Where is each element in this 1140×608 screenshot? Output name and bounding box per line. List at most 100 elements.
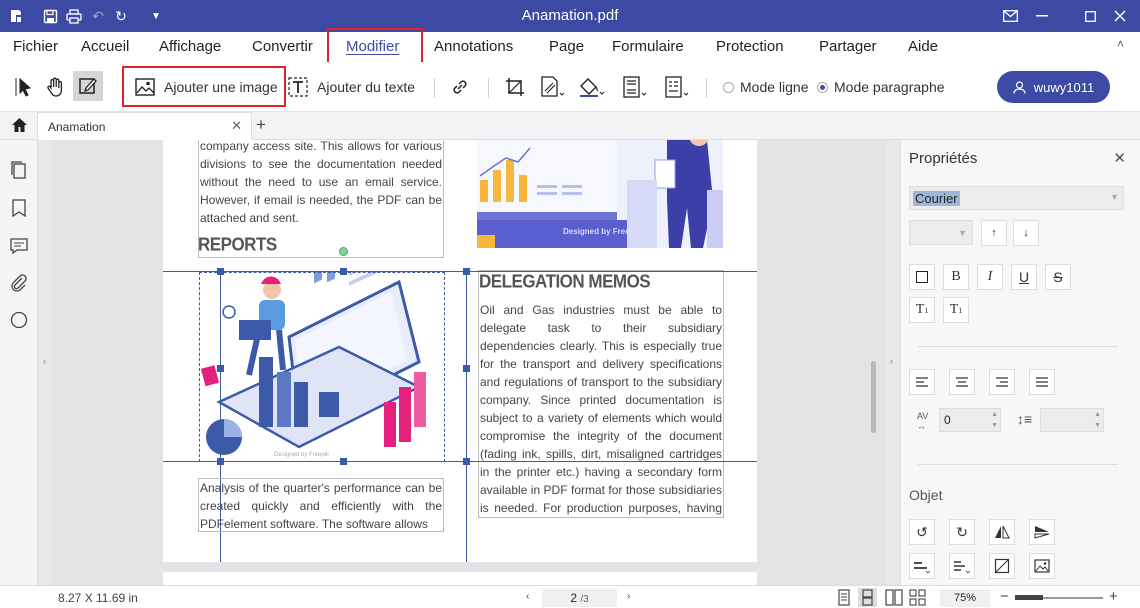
line-spacing-input[interactable]: ▲ ▼	[1040, 408, 1104, 432]
page-size-label: 8.27 X 11.69 in	[58, 591, 138, 605]
two-page-view-icon[interactable]	[885, 589, 903, 606]
header-footer-icon[interactable]	[621, 76, 649, 98]
bookmark-icon[interactable]	[9, 198, 29, 218]
collapse-ribbon-icon[interactable]: ˄	[1117, 37, 1124, 51]
menu-page[interactable]: Page	[549, 38, 584, 55]
edit-mode-icon[interactable]	[73, 71, 103, 101]
rotate-right-button[interactable]: ↻	[949, 519, 975, 545]
user-name: wuwy1011	[1033, 79, 1095, 95]
status-bar: 8.27 X 11.69 in ‹ 2 /3 › 75% − +	[0, 585, 1140, 608]
crop-image-button[interactable]	[989, 553, 1015, 579]
zoom-slider-track[interactable]	[1015, 595, 1103, 600]
strikethrough-button[interactable]: S	[1045, 264, 1071, 290]
add-text-button[interactable]: Ajouter du texte	[317, 79, 415, 95]
toolbar-separator	[488, 78, 489, 98]
home-icon[interactable]	[11, 117, 28, 133]
align-right-button[interactable]	[989, 369, 1015, 395]
chevron-down-icon: ▼	[958, 228, 967, 238]
collapse-right-panel-icon[interactable]: ›	[890, 356, 893, 366]
mode-paragraph-label[interactable]: Mode paragraphe	[834, 79, 945, 95]
rotate-handle[interactable]	[339, 247, 348, 256]
menu-annotations[interactable]: Annotations	[434, 38, 513, 55]
panel-separator	[918, 464, 1118, 465]
zoom-out-button[interactable]: −	[1000, 588, 1009, 605]
continuous-view-icon[interactable]	[858, 588, 877, 607]
increase-font-size-button[interactable]: ↑	[981, 220, 1007, 246]
justify-button[interactable]	[1029, 369, 1055, 395]
subscript-button[interactable]: T1	[943, 297, 969, 323]
minimize-icon[interactable]	[1029, 4, 1055, 28]
menu-accueil[interactable]: Accueil	[81, 38, 129, 55]
close-tab-icon[interactable]: ✕	[231, 118, 242, 134]
menu-formulaire[interactable]: Formulaire	[612, 38, 684, 55]
zoom-in-button[interactable]: +	[1109, 588, 1118, 605]
distribute-objects-button[interactable]	[949, 553, 975, 579]
spin-icon[interactable]: ▲ ▼	[1094, 409, 1101, 431]
bold-button[interactable]: B	[943, 264, 969, 290]
mail-icon[interactable]	[997, 4, 1023, 28]
user-account-button[interactable]: wuwy1011	[997, 71, 1110, 103]
char-spacing-input[interactable]: 0 ▲ ▼	[939, 408, 1001, 432]
vertical-scrollbar[interactable]	[871, 361, 876, 433]
underline-button[interactable]: U	[1011, 264, 1037, 290]
decrease-font-size-button[interactable]: ↓	[1013, 220, 1039, 246]
next-page-icon[interactable]: ›	[627, 591, 630, 602]
comments-icon[interactable]	[9, 236, 29, 256]
thumbnails-icon[interactable]	[9, 160, 29, 180]
replace-image-button[interactable]	[1029, 553, 1055, 579]
flip-vertical-button[interactable]	[1029, 519, 1055, 545]
new-tab-button[interactable]: +	[256, 115, 266, 135]
align-left-button[interactable]	[909, 369, 935, 395]
menu-protection[interactable]: Protection	[716, 38, 784, 55]
close-icon[interactable]	[1107, 4, 1133, 28]
image-selection-box[interactable]	[199, 272, 445, 462]
align-objects-left-button[interactable]	[909, 553, 935, 579]
previous-page-icon[interactable]: ‹	[526, 591, 529, 602]
mode-line-label[interactable]: Mode ligne	[740, 79, 809, 95]
reports-text-block[interactable]: Analysis of the quarter's performance ca…	[198, 478, 444, 532]
add-image-button[interactable]: Ajouter une image	[164, 79, 278, 95]
memos-text-frame[interactable]: Oil and Gas industries must be able to d…	[478, 270, 724, 518]
menu-aide[interactable]: Aide	[908, 38, 938, 55]
rotate-left-button[interactable]: ↺	[909, 519, 935, 545]
reports-heading[interactable]: REPORTS	[198, 234, 277, 256]
add-image-icon[interactable]	[134, 76, 156, 98]
align-center-button[interactable]	[949, 369, 975, 395]
mode-line-radio[interactable]	[723, 82, 734, 93]
italic-button[interactable]: I	[977, 264, 1003, 290]
menu-affichage[interactable]: Affichage	[159, 38, 221, 55]
font-family-select[interactable]: Courier ▼	[909, 186, 1124, 210]
font-color-button[interactable]	[909, 264, 935, 290]
panel-separator	[918, 346, 1118, 347]
menu-fichier[interactable]: Fichier	[13, 38, 58, 55]
distribute-objects-icon	[954, 561, 971, 573]
crop-icon[interactable]	[504, 76, 526, 98]
font-size-select[interactable]: ▼	[909, 220, 973, 245]
maximize-icon[interactable]	[1077, 4, 1103, 28]
bates-number-icon[interactable]	[663, 76, 691, 98]
close-properties-icon[interactable]: ✕	[1113, 149, 1126, 167]
single-page-view-icon[interactable]	[836, 589, 852, 606]
properties-title: Propriétés	[909, 150, 978, 167]
total-pages: /3	[580, 594, 589, 605]
flip-horizontal-button[interactable]	[989, 519, 1015, 545]
search-icon[interactable]	[9, 310, 29, 330]
select-cursor-icon[interactable]	[12, 75, 36, 99]
link-icon[interactable]	[449, 76, 471, 98]
zoom-level-field[interactable]: 75%	[940, 589, 990, 607]
watermark-icon[interactable]	[539, 76, 567, 98]
page-number-field[interactable]: 2 /3	[542, 589, 617, 607]
menu-convertir[interactable]: Convertir	[252, 38, 313, 55]
attachment-icon[interactable]	[9, 273, 29, 293]
expand-left-panel-icon[interactable]: ›	[43, 356, 46, 366]
document-tab[interactable]: Anamation ✕	[37, 112, 252, 140]
spin-icon[interactable]: ▲ ▼	[991, 409, 998, 431]
add-text-icon[interactable]	[287, 76, 309, 98]
background-icon[interactable]	[577, 76, 607, 98]
report-illustration[interactable]: Designed by Freepik	[477, 140, 723, 248]
hand-icon[interactable]	[44, 75, 68, 99]
superscript-button[interactable]: T1	[909, 297, 935, 323]
grid-view-icon[interactable]	[909, 589, 926, 606]
mode-paragraph-radio[interactable]	[817, 82, 828, 93]
menu-partager[interactable]: Partager	[819, 38, 877, 55]
